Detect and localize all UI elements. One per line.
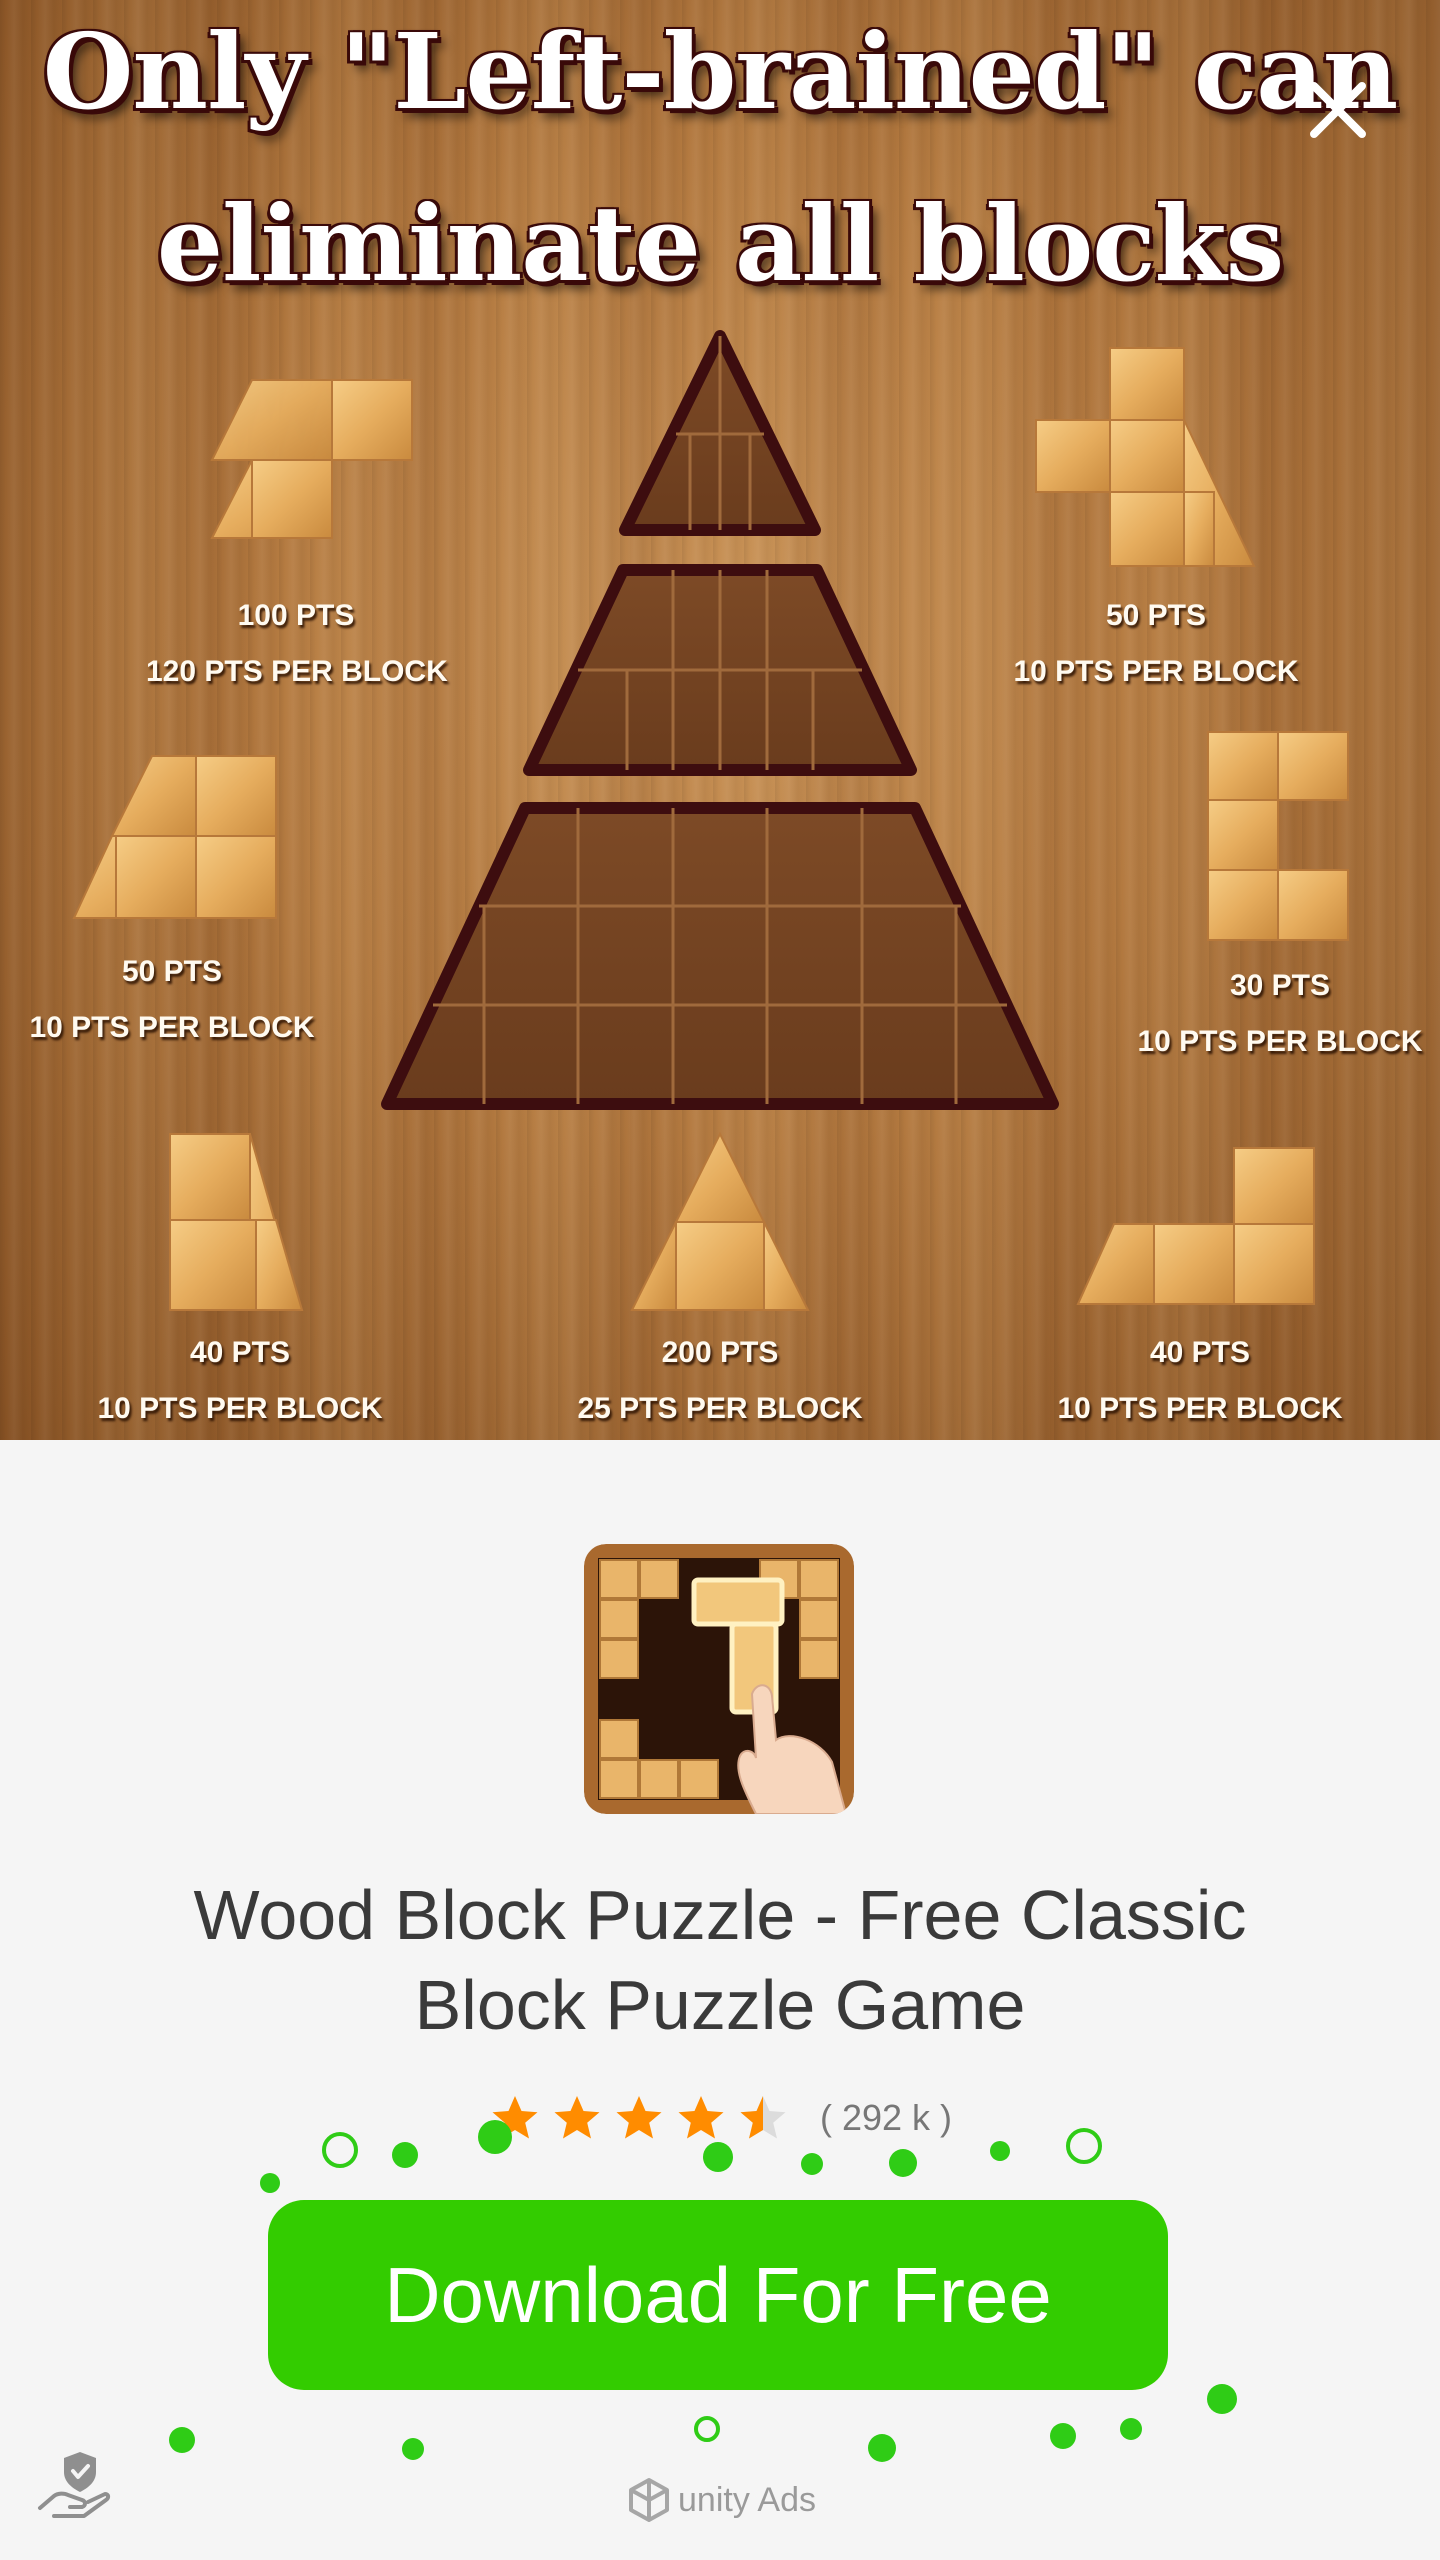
ad-banner-image[interactable]: Only "Left-brained" can eliminate all bl… xyxy=(0,0,1440,1440)
confetti-dot xyxy=(392,2142,418,2168)
piece-points-per-block: 10 PTS PER BLOCK xyxy=(29,1011,315,1044)
board-tier-2 xyxy=(523,564,917,776)
block-piece-3 xyxy=(72,755,277,919)
block-piece-7 xyxy=(1076,1147,1315,1305)
piece-caption-1: 100 PTS 120 PTS PER BLOCK xyxy=(146,588,448,700)
piece-caption-7: 40 PTS 10 PTS PER BLOCK xyxy=(1050,1325,1350,1437)
confetti-dot xyxy=(1207,2384,1237,2414)
download-button[interactable]: Download For Free xyxy=(268,2200,1168,2390)
app-icon[interactable] xyxy=(584,1544,854,1814)
board-tier-3 xyxy=(381,802,1059,1110)
confetti-dot xyxy=(1120,2418,1142,2440)
piece-points-per-block: 25 PTS PER BLOCK xyxy=(577,1392,863,1425)
privacy-hand-shield-icon xyxy=(38,2452,111,2518)
star-icon xyxy=(678,2096,724,2139)
rating-row: ( 292 k ) xyxy=(490,2088,952,2148)
piece-caption-2: 50 PTS 10 PTS PER BLOCK xyxy=(1006,588,1306,700)
block-piece-5 xyxy=(169,1133,304,1311)
rating-count: ( 292 k ) xyxy=(820,2097,953,2138)
piece-points: 200 PTS xyxy=(661,1336,779,1369)
piece-points: 40 PTS xyxy=(189,1336,291,1369)
piece-points-per-block: 120 PTS PER BLOCK xyxy=(146,655,448,688)
confetti-dot xyxy=(322,2132,358,2168)
board-tier-1 xyxy=(619,330,821,536)
piece-points-per-block: 10 PTS PER BLOCK xyxy=(1057,1392,1343,1425)
confetti-dot xyxy=(478,2120,512,2154)
block-piece-4 xyxy=(1207,731,1349,941)
close-icon xyxy=(1310,82,1366,138)
confetti-dot xyxy=(889,2149,917,2177)
piece-caption-3: 50 PTS 10 PTS PER BLOCK xyxy=(22,944,322,1056)
piece-caption-5: 40 PTS 10 PTS PER BLOCK xyxy=(90,1325,390,1437)
unity-logo-icon xyxy=(629,2478,669,2522)
half-star-icon xyxy=(740,2096,786,2139)
confetti-dot xyxy=(1066,2128,1102,2164)
piece-points: 100 PTS xyxy=(237,599,355,632)
piece-points-per-block: 10 PTS PER BLOCK xyxy=(1137,1025,1423,1058)
app-title: Wood Block Puzzle - Free Classic Block P… xyxy=(0,1870,1440,2050)
piece-caption-4: 30 PTS 10 PTS PER BLOCK xyxy=(1130,958,1430,1070)
confetti-dot xyxy=(868,2434,896,2462)
confetti-dot xyxy=(990,2141,1010,2161)
confetti-dot xyxy=(801,2153,823,2175)
banner-headline-line2: eliminate all blocks xyxy=(156,182,1284,305)
banner-headline-line1: Only "Left-brained" can xyxy=(42,10,1398,133)
wood-block-puzzle-app-icon xyxy=(584,1544,854,1814)
privacy-button[interactable] xyxy=(36,2446,116,2526)
star-icon xyxy=(554,2096,600,2139)
piece-points-per-block: 10 PTS PER BLOCK xyxy=(97,1392,383,1425)
unity-ads-label: unity Ads xyxy=(678,2480,816,2519)
piece-points: 40 PTS xyxy=(1149,1336,1251,1369)
unity-ads-brand: unity Ads xyxy=(626,2475,816,2525)
confetti-dot xyxy=(1050,2423,1076,2449)
confetti-dot xyxy=(694,2416,720,2442)
piece-points-per-block: 10 PTS PER BLOCK xyxy=(1013,655,1299,688)
piece-points: 30 PTS xyxy=(1229,969,1331,1002)
block-piece-1 xyxy=(210,379,413,539)
app-title-line1: Wood Block Puzzle - Free Classic xyxy=(193,1876,1247,1954)
piece-points: 50 PTS xyxy=(1105,599,1207,632)
app-title-line2: Block Puzzle Game xyxy=(414,1966,1026,2044)
block-piece-2 xyxy=(1035,347,1256,567)
confetti-dot xyxy=(703,2142,733,2172)
star-icon xyxy=(616,2096,662,2139)
block-piece-6 xyxy=(630,1131,810,1311)
piece-caption-6: 200 PTS 25 PTS PER BLOCK xyxy=(570,1325,870,1437)
close-button[interactable] xyxy=(1298,70,1378,150)
confetti-dot xyxy=(260,2173,280,2193)
confetti-dot xyxy=(169,2427,195,2453)
confetti-dot xyxy=(402,2438,424,2460)
piece-points: 50 PTS xyxy=(121,955,223,988)
